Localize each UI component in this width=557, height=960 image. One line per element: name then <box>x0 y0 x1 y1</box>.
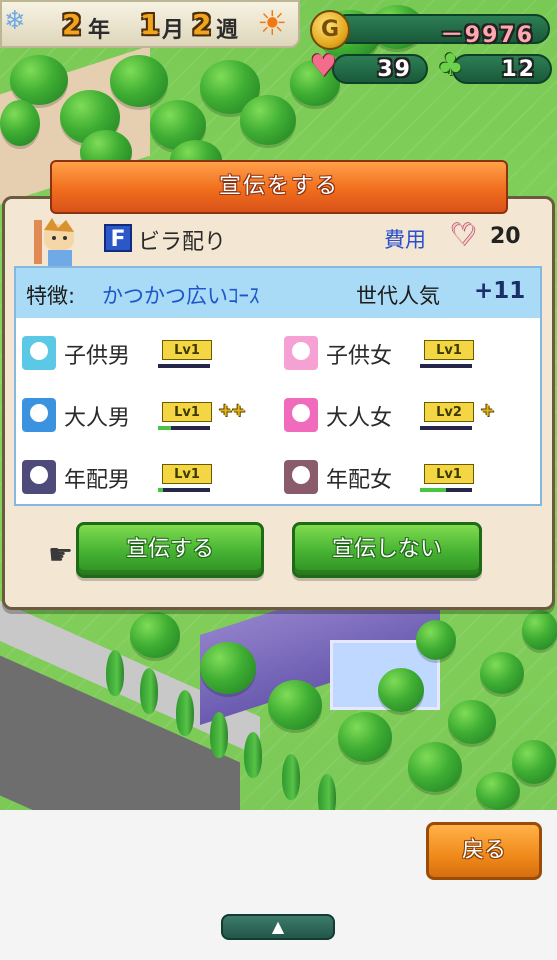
cypress-tree <box>140 668 158 714</box>
advertise-confirm-button[interactable]: 宣伝する <box>76 522 264 578</box>
level-badge: Lv1 <box>162 340 212 360</box>
popularity-label: 世代人気 <box>356 284 440 308</box>
cost-value: 20 <box>490 224 521 249</box>
tree <box>378 668 424 712</box>
back-button[interactable]: 戻る <box>426 822 542 880</box>
level-progress-fill <box>158 488 164 492</box>
pointing-hand-icon: ☛ <box>48 538 74 571</box>
demographic-label: 年配男 <box>64 468 131 493</box>
date-panel: ❄ 2 年 1 月 2 週 ☀ <box>0 0 300 48</box>
hearts-panel: 39 <box>332 54 428 84</box>
level-progress-bar <box>420 426 472 430</box>
bonus-indicator: + <box>480 400 495 421</box>
demographic-kid-male: 子供男 Lv1 <box>22 334 272 374</box>
ad-effects-header: 特徴: かつかつ広いｺｰｽ 世代人気 +11 <box>16 268 540 318</box>
money-panel: －9976 <box>332 14 550 48</box>
tree <box>448 700 496 744</box>
bottom-bar: 戻る ▲ <box>0 810 557 960</box>
ad-name: ビラ配り <box>138 230 227 255</box>
cost-label: 費用 <box>384 228 426 252</box>
tree <box>476 772 520 810</box>
advertise-cancel-button[interactable]: 宣伝しない <box>292 522 482 578</box>
demographic-kid-female: 子供女 Lv1 <box>284 334 534 374</box>
ad-header: F ビラ配り 費用 ♡ 20 <box>14 214 543 266</box>
dialog-title: 宣伝をする <box>218 174 339 199</box>
level-progress-bar <box>420 364 472 368</box>
week-value: 2 <box>192 8 212 41</box>
tree <box>522 610 557 650</box>
feature-value: かつかつ広いｺｰｽ <box>102 284 260 308</box>
level-progress-fill <box>420 488 446 492</box>
demographic-senior-male: 年配男 Lv1 <box>22 458 272 498</box>
tree <box>416 620 456 660</box>
demographic-senior-female: 年配女 Lv1 <box>284 458 534 498</box>
senior-female-icon <box>284 460 318 494</box>
coin-icon: G <box>310 10 350 50</box>
tree <box>110 55 168 107</box>
sun-icon: ☀ <box>257 4 288 44</box>
level-progress-bar <box>158 426 210 430</box>
cypress-tree <box>282 754 300 800</box>
level-progress-bar <box>420 488 472 492</box>
level-progress-bar <box>158 488 210 492</box>
tree <box>338 712 392 762</box>
demographic-label: 子供女 <box>326 344 393 369</box>
tree-icon: ♣ <box>437 48 464 83</box>
demographic-adult-male: 大人男 Lv1 ++ <box>22 396 272 436</box>
month-unit: 月 <box>162 18 185 43</box>
ad-effects-panel: 特徴: かつかつ広いｺｰｽ 世代人気 +11 子供男 Lv1 子供女 Lv1 大… <box>14 266 542 506</box>
dialog-title-ribbon: 宣伝をする <box>22 160 536 214</box>
expand-menu-tab[interactable]: ▲ <box>221 914 335 940</box>
tree <box>0 100 40 146</box>
ad-rank-badge: F <box>104 224 132 252</box>
cypress-tree <box>244 732 262 778</box>
cypress-tree <box>106 650 124 696</box>
money-value: －9976 <box>440 23 534 48</box>
level-progress-bar <box>158 364 210 368</box>
mascot-icon <box>34 218 74 266</box>
level-badge: Lv1 <box>162 402 212 422</box>
cypress-tree <box>210 712 228 758</box>
heart-icon: ♥ <box>310 49 337 84</box>
adult-female-icon <box>284 398 318 432</box>
bonus-indicator: ++ <box>218 400 246 421</box>
demographic-label: 子供男 <box>64 344 131 369</box>
tree <box>200 642 256 694</box>
level-badge: Lv1 <box>424 340 474 360</box>
tree <box>130 612 180 658</box>
cypress-tree <box>318 774 336 810</box>
tree <box>408 742 462 792</box>
adult-male-icon <box>22 398 56 432</box>
kid-male-icon <box>22 336 56 370</box>
visitors-value: 12 <box>501 57 536 82</box>
senior-male-icon <box>22 460 56 494</box>
level-badge: Lv1 <box>424 464 474 484</box>
demographic-label: 年配女 <box>326 468 393 493</box>
tree <box>240 95 296 145</box>
demographic-label: 大人女 <box>326 406 393 431</box>
hearts-value: 39 <box>377 57 412 82</box>
visitors-panel: 12 <box>452 54 552 84</box>
snowflake-icon: ❄ <box>4 6 26 36</box>
tree <box>268 680 322 730</box>
year-unit: 年 <box>88 18 111 43</box>
popularity-value: +11 <box>474 278 526 304</box>
level-progress-fill <box>158 426 171 430</box>
tree <box>480 652 524 694</box>
demographic-label: 大人男 <box>64 406 131 431</box>
year-value: 2 <box>62 8 82 41</box>
demographic-adult-female: 大人女 Lv2 + <box>284 396 534 436</box>
level-badge: Lv2 <box>424 402 474 422</box>
cypress-tree <box>176 690 194 736</box>
level-badge: Lv1 <box>162 464 212 484</box>
cost-heart-icon: ♡ <box>450 218 477 253</box>
month-value: 1 <box>140 8 160 41</box>
tree <box>512 740 556 784</box>
tree <box>10 55 68 105</box>
feature-label: 特徴: <box>26 284 76 308</box>
week-unit: 週 <box>216 18 239 43</box>
kid-female-icon <box>284 336 318 370</box>
